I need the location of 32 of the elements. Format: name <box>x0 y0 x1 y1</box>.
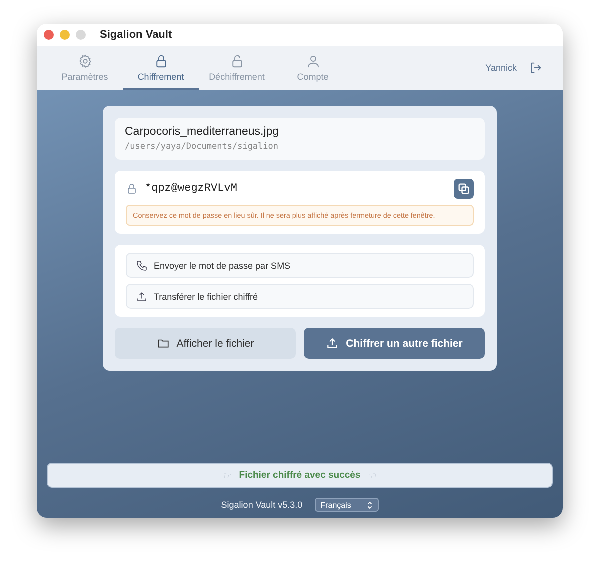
lock-icon <box>154 54 168 69</box>
action-button[interactable]: Envoyer le mot de passe par SMS <box>126 253 474 278</box>
copy-button[interactable] <box>454 179 474 199</box>
language-select[interactable]: Français <box>314 498 379 512</box>
upload-icon <box>326 337 340 350</box>
folder-icon <box>156 337 170 350</box>
lock-icon <box>126 183 138 195</box>
show-file-button[interactable]: Afficher le fichier <box>115 328 296 359</box>
close-button[interactable] <box>44 30 54 40</box>
window-title: Sigalion Vault <box>100 29 172 41</box>
copy-icon <box>457 182 471 196</box>
tab[interactable]: Compte <box>275 46 351 90</box>
logout-icon[interactable] <box>529 61 543 75</box>
pointing-hand: ☞ <box>223 470 232 480</box>
minimize-button[interactable] <box>60 30 70 40</box>
tab[interactable]: Paramètres <box>47 46 123 90</box>
user-icon <box>306 54 320 69</box>
file-name: Carpocoris_mediterraneus.jpg <box>125 126 280 138</box>
phone-icon <box>136 260 148 272</box>
upload-icon <box>136 290 148 302</box>
status-message: Fichier chiffré avec succès <box>239 470 361 481</box>
settings-icon <box>78 54 92 69</box>
password-text: *qpz@wegzRVLvM <box>145 183 238 195</box>
action-button[interactable]: Transférer le fichier chiffré <box>126 284 474 309</box>
pointing-hand: ☜ <box>368 470 377 480</box>
tab[interactable]: Déchiffrement <box>199 46 275 90</box>
user-name: Yannick <box>486 63 517 73</box>
version-label: Sigalion Vault v5.3.0 <box>221 500 303 510</box>
chevron-icon <box>366 500 373 510</box>
encrypt-another-button[interactable]: Chiffrer un autre fichier <box>304 328 485 359</box>
lock-icon <box>230 54 244 69</box>
file-path: /users/yaya/Documents/sigalion <box>125 142 280 152</box>
